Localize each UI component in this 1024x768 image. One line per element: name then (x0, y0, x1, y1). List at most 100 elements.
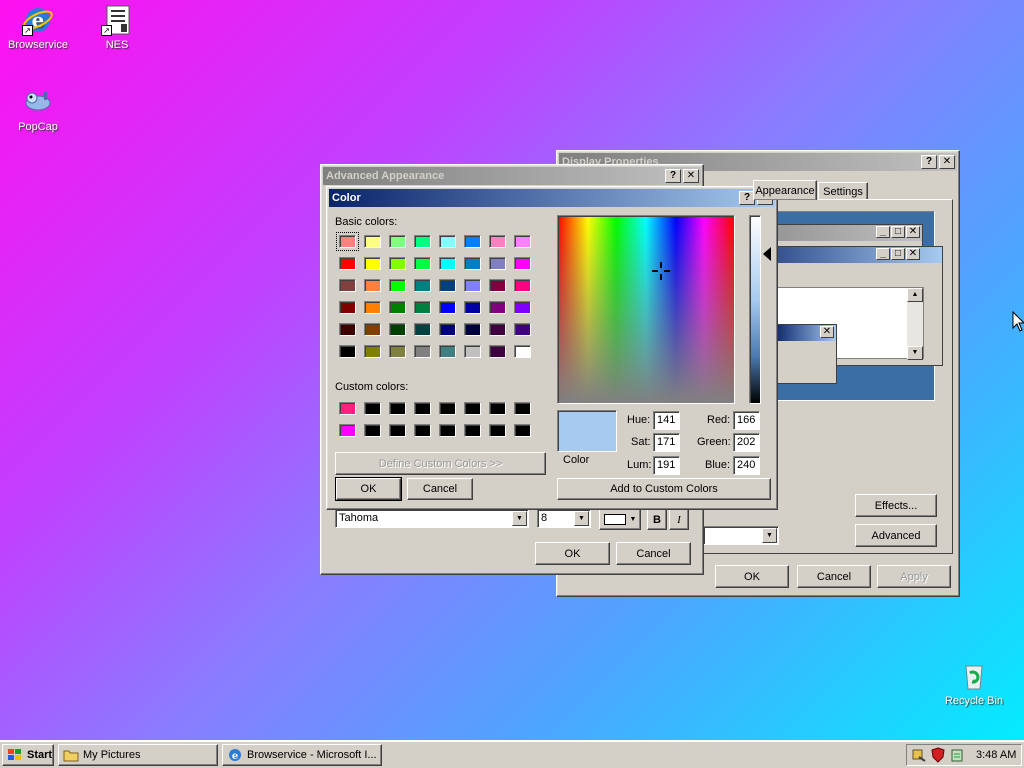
taskbar-item-my-pictures[interactable]: My Pictures (58, 744, 218, 766)
tab-appearance[interactable]: Appearance (753, 180, 817, 200)
basic-color-swatch[interactable] (489, 257, 506, 270)
basic-color-swatch[interactable] (514, 257, 531, 270)
custom-color-swatch[interactable] (464, 424, 481, 437)
effects-button[interactable]: Effects... (855, 494, 937, 517)
sat-input[interactable]: 171 (653, 433, 680, 452)
custom-color-swatch[interactable] (439, 424, 456, 437)
basic-color-swatch[interactable] (364, 345, 381, 358)
custom-color-swatch[interactable] (514, 402, 531, 415)
basic-color-swatch[interactable] (439, 257, 456, 270)
basic-color-swatch[interactable] (464, 235, 481, 248)
basic-color-swatch[interactable] (339, 345, 356, 358)
start-button[interactable]: Start (2, 744, 54, 766)
luminance-pointer-icon[interactable] (763, 247, 771, 261)
ok-button[interactable]: OK (535, 542, 610, 565)
basic-color-swatch[interactable] (339, 323, 356, 336)
custom-color-swatch[interactable] (439, 402, 456, 415)
basic-color-swatch[interactable] (514, 301, 531, 314)
custom-color-swatch[interactable] (489, 402, 506, 415)
basic-color-swatch[interactable] (389, 257, 406, 270)
desktop-icon-popcap[interactable]: PopCap (0, 86, 78, 133)
custom-color-swatch[interactable] (464, 402, 481, 415)
basic-color-swatch[interactable] (414, 323, 431, 336)
custom-color-swatch[interactable] (389, 402, 406, 415)
basic-color-swatch[interactable] (514, 323, 531, 336)
custom-color-swatch[interactable] (339, 424, 356, 437)
basic-color-swatch[interactable] (464, 345, 481, 358)
color-dialog-titlebar[interactable]: Color ? ✕ (329, 189, 775, 207)
red-input[interactable]: 166 (733, 411, 760, 430)
taskbar-item-browservice[interactable]: e Browservice - Microsoft I... (222, 744, 382, 766)
basic-color-swatch[interactable] (364, 323, 381, 336)
help-button[interactable]: ? (921, 155, 937, 169)
tray-shield-icon[interactable] (930, 747, 946, 763)
desktop-icon-nes[interactable]: ↗ NES (77, 4, 157, 51)
close-button[interactable]: ✕ (683, 169, 699, 183)
basic-color-swatch[interactable] (489, 323, 506, 336)
basic-color-swatch[interactable] (489, 235, 506, 248)
custom-color-swatch[interactable] (389, 424, 406, 437)
advanced-button[interactable]: Advanced (855, 524, 937, 547)
basic-color-swatch[interactable] (414, 345, 431, 358)
basic-color-swatch[interactable] (489, 279, 506, 292)
item-dropdown[interactable]: ▼ (703, 526, 779, 545)
font-size-select[interactable]: 8 ▼ (537, 509, 591, 528)
basic-color-swatch[interactable] (489, 301, 506, 314)
basic-color-swatch[interactable] (389, 279, 406, 292)
basic-color-swatch[interactable] (389, 301, 406, 314)
close-button[interactable]: ✕ (939, 155, 955, 169)
apply-button[interactable]: Apply (877, 565, 951, 588)
basic-color-swatch[interactable] (514, 345, 531, 358)
define-custom-colors-button[interactable]: Define Custom Colors >> (335, 452, 546, 475)
basic-color-swatch[interactable] (439, 301, 456, 314)
basic-color-swatch[interactable] (514, 279, 531, 292)
basic-color-swatch[interactable] (414, 235, 431, 248)
cancel-button[interactable]: Cancel (407, 478, 473, 500)
clock[interactable]: 3:48 AM (976, 749, 1016, 761)
tray-network-icon[interactable] (911, 747, 927, 763)
basic-color-swatch[interactable] (464, 257, 481, 270)
color-spectrum[interactable] (557, 215, 735, 404)
tab-settings[interactable]: Settings (818, 182, 868, 200)
custom-color-swatch[interactable] (414, 402, 431, 415)
basic-color-swatch[interactable] (439, 345, 456, 358)
basic-color-swatch[interactable] (439, 323, 456, 336)
basic-color-swatch[interactable] (439, 235, 456, 248)
basic-color-swatch[interactable] (414, 257, 431, 270)
help-button[interactable]: ? (665, 169, 681, 183)
basic-color-swatch[interactable] (464, 279, 481, 292)
add-to-custom-colors-button[interactable]: Add to Custom Colors (557, 478, 771, 500)
basic-color-swatch[interactable] (414, 301, 431, 314)
custom-color-swatch[interactable] (414, 424, 431, 437)
basic-color-swatch[interactable] (364, 301, 381, 314)
green-input[interactable]: 202 (733, 433, 760, 452)
advanced-appearance-titlebar[interactable]: Advanced Appearance ? ✕ (323, 167, 701, 185)
font-select[interactable]: Tahoma ▼ (335, 509, 529, 528)
basic-color-swatch[interactable] (389, 323, 406, 336)
cancel-button[interactable]: Cancel (616, 542, 691, 565)
basic-color-swatch[interactable] (439, 279, 456, 292)
cancel-button[interactable]: Cancel (797, 565, 871, 588)
basic-color-swatch[interactable] (339, 257, 356, 270)
lum-input[interactable]: 191 (653, 456, 680, 475)
basic-color-swatch[interactable] (339, 301, 356, 314)
custom-color-swatch[interactable] (514, 424, 531, 437)
ok-button[interactable]: OK (335, 477, 402, 501)
bold-button[interactable]: B (647, 509, 667, 530)
custom-color-swatch[interactable] (339, 402, 356, 415)
basic-color-swatch[interactable] (489, 345, 506, 358)
basic-color-swatch[interactable] (414, 279, 431, 292)
basic-color-swatch[interactable] (464, 323, 481, 336)
hue-input[interactable]: 141 (653, 411, 680, 430)
basic-color-swatch[interactable] (514, 235, 531, 248)
custom-color-swatch[interactable] (364, 402, 381, 415)
desktop-icon-browservice[interactable]: e ↗ Browservice (0, 4, 78, 51)
tray-recycle-icon[interactable] (949, 747, 965, 763)
italic-button[interactable]: I (669, 509, 689, 530)
basic-color-swatch[interactable] (364, 279, 381, 292)
basic-color-swatch[interactable] (364, 257, 381, 270)
luminance-slider[interactable] (749, 215, 761, 404)
basic-color-swatch[interactable] (339, 279, 356, 292)
blue-input[interactable]: 240 (733, 456, 760, 475)
custom-color-swatch[interactable] (364, 424, 381, 437)
